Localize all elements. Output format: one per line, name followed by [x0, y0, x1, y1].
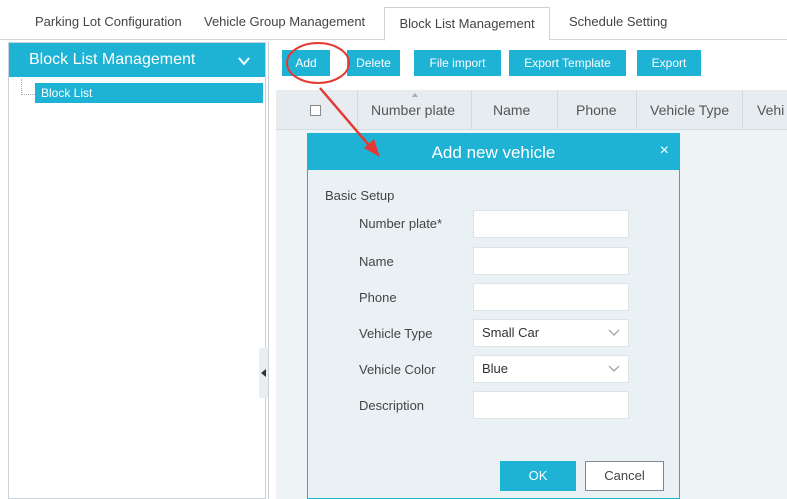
phone-input[interactable] [473, 283, 629, 311]
phone-label: Phone [359, 290, 397, 305]
export-button[interactable]: Export [637, 50, 701, 76]
sort-icon [412, 93, 418, 97]
sidebar-header[interactable]: Block List Management [9, 43, 265, 77]
toolbar: Add Delete File import Export Template E… [269, 42, 787, 86]
dialog-title-bar: Add new vehicle × [308, 134, 679, 170]
section-basic-setup: Basic Setup [325, 188, 395, 203]
vehicle-color-select[interactable]: Blue [473, 355, 629, 383]
chevron-down-icon [608, 365, 620, 372]
select-all-checkbox[interactable] [310, 105, 321, 116]
vehicle-color-value: Blue [482, 361, 509, 376]
column-divider [471, 90, 472, 130]
chevron-down-icon[interactable] [237, 54, 251, 68]
column-header-name[interactable]: Name [493, 102, 530, 118]
ok-button[interactable]: OK [500, 461, 576, 491]
sidebar-title: Block List Management [29, 51, 196, 68]
vehicle-type-select[interactable]: Small Car [473, 319, 629, 347]
sidebar: Block List Management Block List [8, 42, 266, 499]
add-button[interactable]: Add [282, 50, 330, 76]
column-header-phone[interactable]: Phone [576, 102, 616, 118]
name-label: Name [359, 254, 394, 269]
close-icon[interactable]: × [660, 142, 669, 160]
sidebar-item-block-list[interactable]: Block List [35, 83, 263, 103]
cancel-button[interactable]: Cancel [585, 461, 664, 491]
chevron-down-icon [608, 329, 620, 336]
number-plate-input[interactable] [473, 210, 629, 238]
tab-vehicle-group-management[interactable]: Vehicle Group Management [204, 6, 374, 40]
tab-schedule-setting[interactable]: Schedule Setting [569, 6, 679, 40]
add-vehicle-dialog: Add new vehicle × Basic Setup Number pla… [307, 133, 680, 499]
vehicle-type-value: Small Car [482, 325, 540, 340]
export-template-button[interactable]: Export Template [509, 50, 626, 76]
column-divider [742, 90, 743, 130]
column-header-vehicle-type[interactable]: Vehicle Type [650, 102, 729, 118]
vehicle-type-label: Vehicle Type [359, 326, 433, 341]
tree-connector [21, 79, 35, 95]
column-header-number-plate[interactable]: Number plate [371, 102, 455, 118]
top-tab-bar: Parking Lot Configuration Vehicle Group … [0, 0, 787, 41]
sidebar-item-label: Block List [41, 86, 93, 100]
description-input[interactable] [473, 391, 629, 419]
number-plate-label: Number plate* [359, 216, 443, 231]
column-divider [636, 90, 637, 130]
description-label: Description [359, 398, 425, 413]
table-header: Number plate Name Phone Vehicle Type Veh… [276, 90, 787, 130]
column-divider [357, 90, 358, 130]
column-divider [557, 90, 558, 130]
tab-block-list-management[interactable]: Block List Management [384, 7, 550, 41]
tab-parking-lot-configuration[interactable]: Parking Lot Configuration [35, 6, 185, 40]
column-header-vehicle-color[interactable]: Vehi [757, 102, 784, 118]
name-input[interactable] [473, 247, 629, 275]
collapse-left-icon[interactable] [261, 369, 266, 377]
file-import-button[interactable]: File import [414, 50, 501, 76]
delete-button[interactable]: Delete [347, 50, 400, 76]
dialog-title: Add new vehicle [431, 143, 556, 162]
vehicle-color-label: Vehicle Color [359, 362, 436, 377]
